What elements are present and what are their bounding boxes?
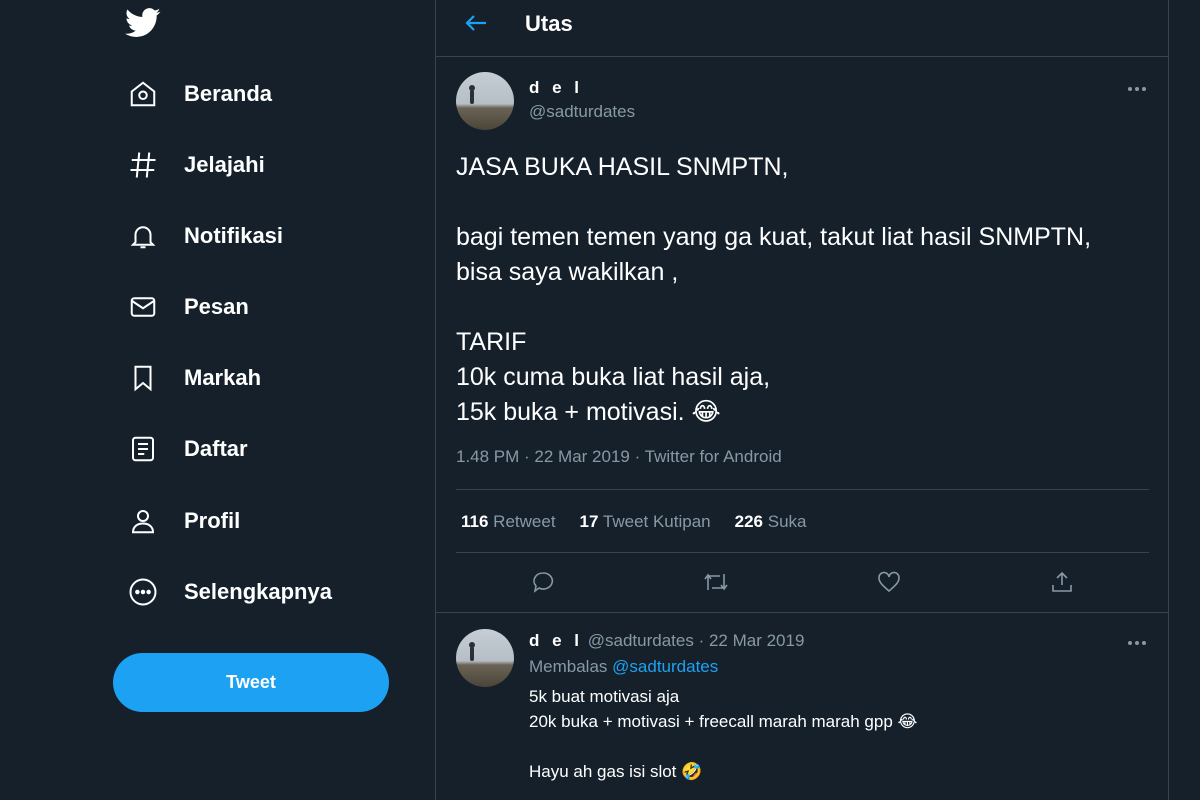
- hashtag-icon: [124, 146, 162, 184]
- home-icon: [124, 75, 162, 113]
- mail-icon: [124, 288, 162, 326]
- share-button[interactable]: [1044, 566, 1080, 602]
- quote-count[interactable]: 17 Tweet Kutipan: [580, 512, 711, 532]
- more-options-button[interactable]: [1122, 632, 1152, 652]
- more-horizontal-icon: [1127, 633, 1147, 651]
- reply-date[interactable]: · 22 Mar 2019: [699, 631, 805, 650]
- sidebar-item-label: Jelajahi: [184, 152, 265, 177]
- sidebar-item-pesan[interactable]: Pesan: [124, 283, 384, 331]
- sidebar: Beranda Jelajahi Notifikasi Pesan Markah…: [0, 0, 435, 800]
- sidebar-item-label: Markah: [184, 365, 262, 390]
- avatar-figure-body: [470, 90, 474, 104]
- retweet-label: Retweet: [493, 512, 556, 531]
- like-count[interactable]: 226 Suka: [735, 512, 807, 532]
- sidebar-item-label: Beranda: [184, 81, 273, 106]
- quote-label: Tweet Kutipan: [602, 512, 711, 531]
- back-button[interactable]: [458, 10, 494, 40]
- sidebar-item-label: Pesan: [184, 294, 249, 319]
- divider: [436, 612, 1168, 613]
- retweet-button[interactable]: [698, 566, 734, 602]
- share-icon: [1050, 570, 1074, 599]
- like-number: 226: [734, 512, 764, 531]
- arrow-left-icon: [464, 13, 488, 38]
- more-horizontal-icon: [1127, 79, 1147, 97]
- sidebar-item-notifikasi[interactable]: Notifikasi: [124, 212, 384, 260]
- more-options-button[interactable]: [1122, 78, 1152, 98]
- divider: [456, 489, 1149, 490]
- avatar[interactable]: [456, 72, 514, 130]
- avatar-figure-body: [470, 647, 474, 661]
- retweet-icon: [703, 570, 729, 599]
- reply-icon: [531, 570, 555, 599]
- tweet-stats: 116 Retweet 17 Tweet Kutipan 226 Suka: [461, 512, 807, 532]
- tweet-button[interactable]: Tweet: [113, 653, 389, 712]
- avatar[interactable]: [456, 629, 514, 687]
- page-title: Utas: [525, 11, 573, 36]
- profile-icon: [124, 502, 162, 540]
- sidebar-item-beranda[interactable]: Beranda: [124, 70, 384, 118]
- author-handle[interactable]: @sadturdates: [529, 102, 635, 122]
- bookmark-icon: [124, 359, 162, 397]
- quote-number: 17: [579, 512, 599, 531]
- retweet-count[interactable]: 116 Retweet: [461, 512, 556, 532]
- reply-header: d e l @sadturdates · 22 Mar 2019: [529, 631, 804, 651]
- sidebar-item-label: Daftar: [184, 436, 248, 461]
- like-button[interactable]: [871, 566, 907, 602]
- reply-button[interactable]: [525, 566, 561, 602]
- tweet-text: JASA BUKA HASIL SNMPTN, bagi temen temen…: [456, 153, 1092, 426]
- author-name[interactable]: d e l: [529, 78, 583, 98]
- list-icon: [124, 430, 162, 468]
- page-header: Utas: [436, 0, 1168, 57]
- more-circle-icon: [124, 573, 162, 611]
- replying-to-link[interactable]: @sadturdates: [612, 657, 718, 676]
- tweet-actions: [436, 566, 1168, 602]
- author-name[interactable]: d e l: [529, 631, 583, 650]
- replying-to: Membalas @sadturdates: [529, 657, 718, 677]
- author-handle[interactable]: @sadturdates: [588, 631, 694, 650]
- retweet-number: 116: [461, 512, 489, 531]
- reply-text: 5k buat motivasi aja 20k buka + motivasi…: [529, 687, 918, 781]
- sidebar-item-label: Notifikasi: [184, 223, 284, 248]
- sidebar-item-label: Profil: [184, 508, 241, 533]
- thread-column: Utas d e l @sadturdates JASA BUKA HASIL …: [435, 0, 1169, 800]
- twitter-logo-icon[interactable]: [124, 6, 162, 40]
- sidebar-item-selengkapnya[interactable]: Selengkapnya: [124, 568, 384, 616]
- tweet-timestamp[interactable]: 1.48 PM · 22 Mar 2019 · Twitter for Andr…: [456, 447, 782, 467]
- like-label: Suka: [767, 512, 807, 531]
- bell-icon: [124, 217, 162, 255]
- sidebar-item-daftar[interactable]: Daftar: [124, 425, 384, 473]
- divider: [456, 552, 1149, 553]
- sidebar-item-profil[interactable]: Profil: [124, 497, 384, 545]
- sidebar-item-label: Selengkapnya: [184, 579, 332, 604]
- heart-icon: [877, 570, 901, 599]
- sidebar-item-jelajahi[interactable]: Jelajahi: [124, 141, 384, 189]
- sidebar-item-markah[interactable]: Markah: [124, 354, 384, 402]
- replying-label: Membalas: [529, 657, 608, 676]
